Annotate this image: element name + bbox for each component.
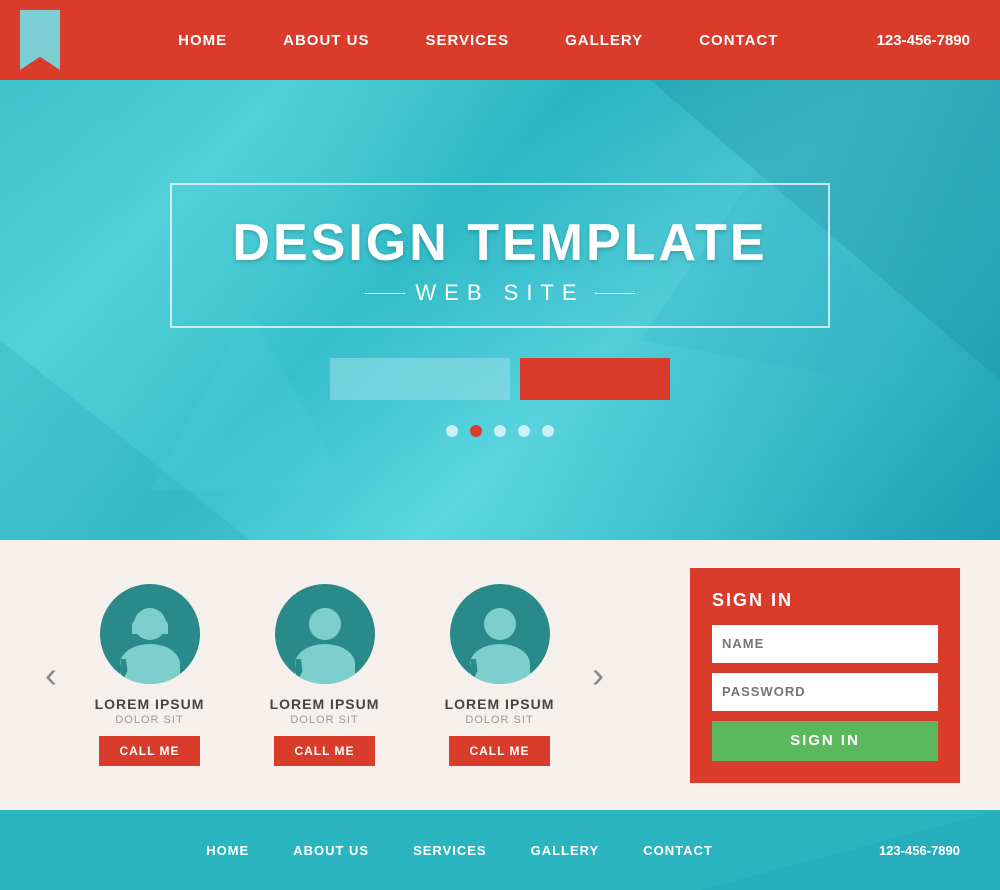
header-nav: HOME ABOUT US SERVICES GALLERY CONTACT 1… [0, 0, 1000, 80]
footer-contact[interactable]: CONTACT [621, 843, 735, 858]
nav-services[interactable]: SERVICES [397, 0, 537, 80]
hero-title: DESIGN TEMPLATE [232, 215, 767, 272]
hero-buttons [170, 358, 829, 400]
avatar-body-1 [120, 644, 180, 684]
call-btn-3[interactable]: CALL ME [449, 736, 549, 766]
avatar-hair-1 [132, 616, 168, 634]
team-name-2: LOREM IPSUM [247, 696, 402, 712]
avatar-tie-1 [120, 659, 128, 679]
dot-4[interactable] [518, 425, 530, 437]
nav-links: HOME ABOUT US SERVICES GALLERY CONTACT [80, 0, 877, 80]
nav-contact[interactable]: CONTACT [671, 0, 806, 80]
team-cards: LOREM IPSUM DOLOR SIT CALL ME LOREM IPSU… [72, 584, 577, 766]
hero-content: DESIGN TEMPLATE WEB SITE [170, 183, 829, 437]
signin-password-input[interactable] [712, 673, 938, 711]
prev-arrow-button[interactable]: ‹ [40, 657, 62, 693]
avatar-head-2 [309, 608, 341, 640]
team-card-3: LOREM IPSUM DOLOR SIT CALL ME [422, 584, 577, 766]
hero-dots [170, 425, 829, 437]
signin-button[interactable]: SIGN IN [712, 721, 938, 761]
team-card-1: LOREM IPSUM DOLOR SIT CALL ME [72, 584, 227, 766]
call-btn-2[interactable]: CALL ME [274, 736, 374, 766]
footer-phone: 123-456-7890 [879, 843, 960, 858]
avatar-1 [100, 584, 200, 684]
footer: HOME ABOUT US SERVICES GALLERY CONTACT 1… [0, 810, 1000, 890]
main-content: ‹ LOREM IPSUM DOLOR SIT CALL ME [0, 540, 1000, 810]
call-btn-1[interactable]: CALL ME [99, 736, 199, 766]
team-sub-1: DOLOR SIT [72, 714, 227, 726]
nav-about[interactable]: ABOUT US [255, 0, 397, 80]
signin-title: SIGN IN [712, 590, 938, 611]
team-card-2: LOREM IPSUM DOLOR SIT CALL ME [247, 584, 402, 766]
avatar-tie-3 [470, 659, 478, 679]
dot-3[interactable] [494, 425, 506, 437]
next-arrow-button[interactable]: › [587, 657, 609, 693]
dot-1[interactable] [446, 425, 458, 437]
hero-box: DESIGN TEMPLATE WEB SITE [170, 183, 829, 328]
signin-box: SIGN IN SIGN IN [690, 568, 960, 783]
header-phone: 123-456-7890 [877, 32, 1000, 49]
footer-gallery[interactable]: GALLERY [509, 843, 622, 858]
nav-home[interactable]: HOME [150, 0, 255, 80]
avatar-2 [275, 584, 375, 684]
signin-name-input[interactable] [712, 625, 938, 663]
avatar-body-3 [470, 644, 530, 684]
hero-subtitle: WEB SITE [232, 280, 767, 306]
hero-btn-light[interactable] [330, 358, 510, 400]
nav-gallery[interactable]: GALLERY [537, 0, 671, 80]
footer-home[interactable]: HOME [184, 843, 271, 858]
avatar-person-1 [120, 608, 180, 684]
team-sub-3: DOLOR SIT [422, 714, 577, 726]
dot-2[interactable] [470, 425, 482, 437]
bookmark-icon [20, 10, 60, 70]
footer-about[interactable]: ABOUT US [271, 843, 391, 858]
team-name-3: LOREM IPSUM [422, 696, 577, 712]
logo-bookmark [0, 0, 80, 80]
team-section: ‹ LOREM IPSUM DOLOR SIT CALL ME [40, 584, 660, 766]
hero-section: DESIGN TEMPLATE WEB SITE [0, 80, 1000, 540]
dot-5[interactable] [542, 425, 554, 437]
team-sub-2: DOLOR SIT [247, 714, 402, 726]
avatar-body-2 [295, 644, 355, 684]
avatar-head-3 [484, 608, 516, 640]
avatar-person-2 [295, 608, 355, 684]
team-name-1: LOREM IPSUM [72, 696, 227, 712]
footer-links: HOME ABOUT US SERVICES GALLERY CONTACT [40, 843, 879, 858]
avatar-3 [450, 584, 550, 684]
avatar-tie-2 [295, 659, 303, 679]
hero-btn-red[interactable] [520, 358, 670, 400]
footer-services[interactable]: SERVICES [391, 843, 509, 858]
avatar-person-3 [470, 608, 530, 684]
